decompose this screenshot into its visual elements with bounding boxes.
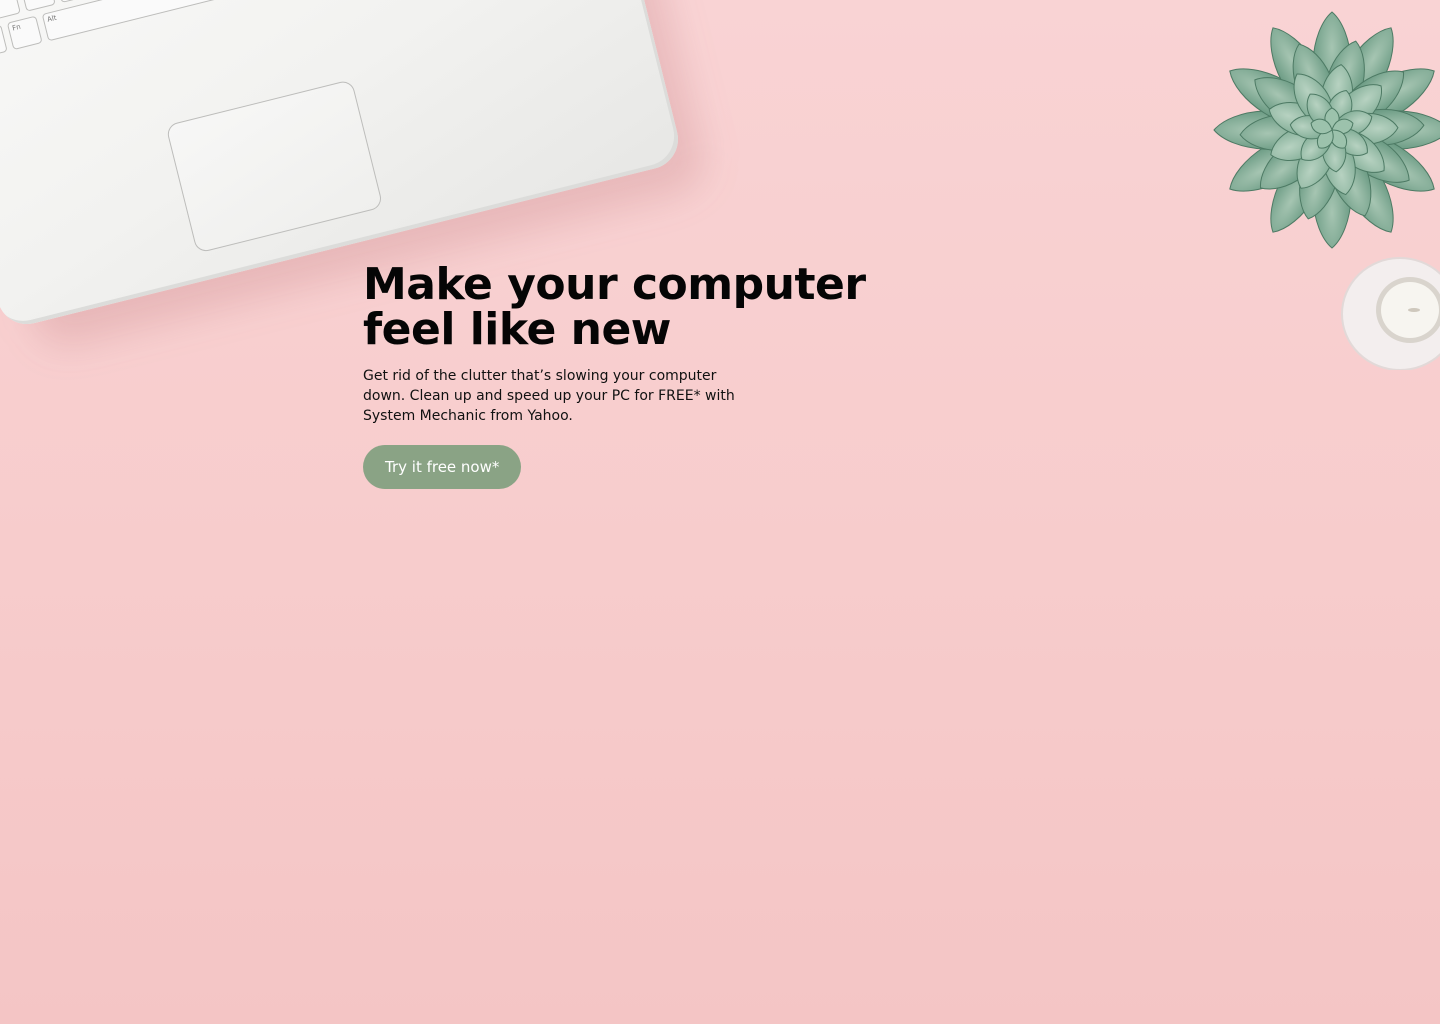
keyboard-key: Alt bbox=[41, 0, 224, 42]
keyboard-row: CtrlFnAltAltCtrl bbox=[0, 0, 580, 59]
try-it-free-button[interactable]: Try it free now* bbox=[363, 445, 522, 489]
keyboard-key: Ctrl bbox=[0, 24, 8, 59]
hero-description: Get rid of the clutter that’s slowing yo… bbox=[363, 368, 735, 424]
laptop-touchpad bbox=[165, 79, 384, 254]
candle-image bbox=[1338, 252, 1440, 371]
hero-section: Make your computer feel like new Get rid… bbox=[363, 262, 883, 489]
keyboard-key: Fn bbox=[6, 15, 43, 51]
page-title: Make your computer feel like new bbox=[363, 262, 883, 352]
succulent-plant-image bbox=[1195, 0, 1440, 270]
headline-line: Make your computer bbox=[363, 259, 866, 310]
page-background: TabQWERTYUIOP Caps LockASDFGHJKL ShiftZX… bbox=[0, 0, 1440, 1024]
keyboard-key: Z bbox=[19, 0, 56, 12]
headline-line: feel like new bbox=[363, 304, 671, 355]
